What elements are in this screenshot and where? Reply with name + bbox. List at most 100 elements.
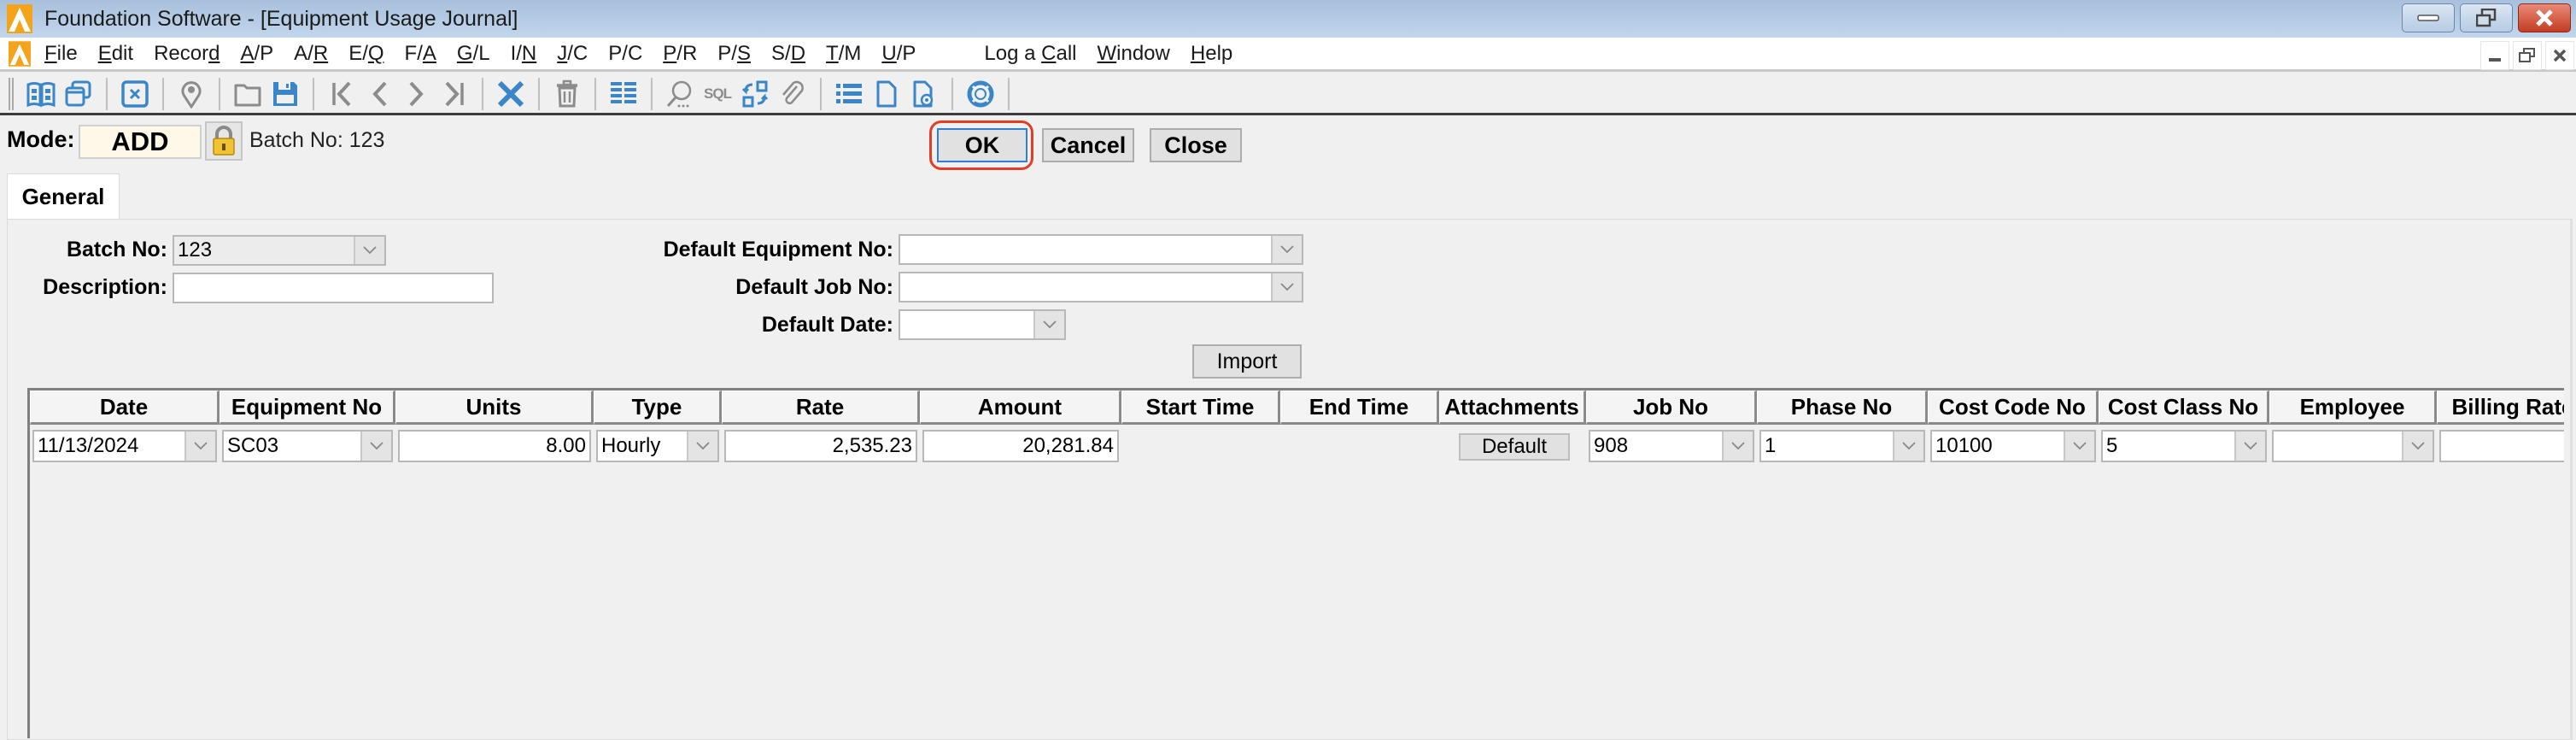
menu-p-s[interactable]: P/S	[717, 42, 751, 66]
job-no-dropdown[interactable]	[1722, 432, 1753, 461]
column-header-billing-rate[interactable]: Billing Rate	[2437, 391, 2564, 425]
next-record-button[interactable]	[400, 77, 434, 111]
menu-log-a-call[interactable]: Log a Call	[984, 42, 1076, 66]
location-button[interactable]	[174, 77, 208, 111]
ok-button[interactable]: OK	[937, 128, 1027, 162]
delete-button[interactable]	[550, 77, 584, 111]
lock-button[interactable]	[205, 121, 243, 161]
date-cell[interactable]: 11/13/2024	[32, 430, 217, 462]
column-header-phase-no[interactable]: Phase No	[1757, 391, 1928, 425]
column-header-units[interactable]: Units	[395, 391, 594, 425]
phase-no-dropdown[interactable]	[1893, 432, 1923, 461]
search-button[interactable]	[663, 77, 697, 111]
batch-no-select[interactable]: 123	[173, 235, 386, 266]
batch-no-dropdown[interactable]	[354, 237, 384, 264]
type-dropdown[interactable]	[687, 432, 717, 461]
column-header-rate[interactable]: Rate	[722, 391, 920, 425]
convert-button[interactable]	[738, 77, 772, 111]
menu-e-q[interactable]: E/Q	[348, 42, 383, 66]
cancel-button[interactable]: Cancel	[1042, 128, 1134, 162]
default-date-dropdown[interactable]	[1033, 311, 1064, 338]
default-equipment-select[interactable]	[899, 234, 1303, 265]
column-header-cost-class-no[interactable]: Cost Class No	[2099, 391, 2269, 425]
column-header-start-time[interactable]: Start Time	[1121, 391, 1280, 425]
equipment-no-cell[interactable]: SC03	[222, 430, 393, 462]
menu-a-r[interactable]: A/R	[294, 42, 328, 66]
employee-dropdown[interactable]	[2402, 432, 2433, 461]
menu-record[interactable]: Record	[154, 42, 220, 66]
cost-class-no-dropdown[interactable]	[2234, 432, 2265, 461]
start-time-cell[interactable]	[1124, 430, 1278, 462]
cost-code-no-dropdown[interactable]	[2064, 432, 2094, 461]
toolbar-grip[interactable]	[9, 77, 14, 110]
column-header-attachments[interactable]: Attachments	[1439, 391, 1586, 425]
menu-p-r[interactable]: P/R	[663, 42, 697, 66]
restore-button[interactable]	[2460, 3, 2513, 32]
attachments-default-button[interactable]: Default	[1459, 433, 1570, 461]
cost-class-no-cell[interactable]: 5	[2101, 430, 2267, 462]
rate-cell[interactable]: 2,535.23	[724, 430, 917, 462]
cost-code-no-cell[interactable]: 10100	[1930, 430, 2096, 462]
menu-a-p[interactable]: A/P	[240, 42, 273, 66]
column-header-equipment-no[interactable]: Equipment No	[220, 391, 395, 425]
column-header-cost-code-no[interactable]: Cost Code No	[1928, 391, 2099, 425]
menu-f-a[interactable]: F/A	[405, 42, 436, 66]
menu-p-c[interactable]: P/C	[608, 42, 642, 66]
mdi-close-button[interactable]	[2545, 41, 2574, 70]
menu-help[interactable]: Help	[1191, 42, 1232, 66]
close-record-button[interactable]	[118, 77, 152, 111]
tab-general[interactable]: General	[7, 173, 120, 220]
column-header-job-no[interactable]: Job No	[1586, 391, 1757, 425]
equipment-no-dropdown[interactable]	[360, 432, 391, 461]
menu-j-c[interactable]: J/C	[557, 42, 588, 66]
previous-record-button[interactable]	[362, 77, 396, 111]
menu-g-l[interactable]: G/L	[457, 42, 490, 66]
menu-s-d[interactable]: S/D	[771, 42, 805, 66]
open-folder-button[interactable]	[231, 77, 265, 111]
mdi-restore-button[interactable]	[2513, 41, 2542, 70]
document-settings-button[interactable]	[907, 77, 941, 111]
new-document-button[interactable]	[869, 77, 904, 111]
minimize-button[interactable]	[2402, 3, 2455, 32]
first-record-button[interactable]	[325, 77, 359, 111]
close-button[interactable]: Close	[1150, 128, 1242, 162]
column-header-amount[interactable]: Amount	[920, 391, 1121, 425]
grid-view-button[interactable]	[606, 77, 641, 111]
type-cell[interactable]: Hourly	[596, 430, 719, 462]
column-header-date[interactable]: Date	[30, 391, 220, 425]
help-button[interactable]	[963, 77, 998, 111]
list-button[interactable]	[832, 77, 866, 111]
default-equipment-dropdown[interactable]	[1271, 236, 1302, 263]
cancel-changes-button[interactable]	[494, 77, 528, 111]
employee-cell[interactable]	[2272, 430, 2434, 462]
close-window-button[interactable]	[2518, 3, 2571, 32]
default-job-dropdown[interactable]	[1271, 273, 1302, 301]
import-button[interactable]: Import	[1192, 344, 1302, 379]
menu-i-n[interactable]: I/N	[511, 42, 537, 66]
billing-rate-cell[interactable]: .0	[2439, 430, 2564, 462]
default-date-picker[interactable]	[899, 309, 1066, 340]
book-open-button[interactable]	[24, 77, 58, 111]
save-button[interactable]	[268, 77, 302, 111]
units-cell[interactable]: 8.00	[398, 430, 591, 462]
menu-file[interactable]: File	[44, 42, 78, 66]
column-header-type[interactable]: Type	[594, 391, 722, 425]
end-time-cell[interactable]	[1283, 430, 1437, 462]
phase-no-cell[interactable]: 1	[1759, 430, 1925, 462]
date-dropdown[interactable]	[184, 432, 215, 461]
menu-edit[interactable]: Edit	[98, 42, 133, 66]
column-header-end-time[interactable]: End Time	[1280, 391, 1439, 425]
description-input[interactable]	[173, 273, 494, 303]
last-record-button[interactable]	[437, 77, 471, 111]
sql-button[interactable]: SQL	[700, 77, 735, 111]
menu-t-m[interactable]: T/M	[826, 42, 861, 66]
amount-cell[interactable]: 20,281.84	[922, 430, 1119, 462]
job-no-cell[interactable]: 908	[1589, 430, 1754, 462]
menu-u-p[interactable]: U/P	[881, 42, 916, 66]
column-header-employee[interactable]: Employee	[2269, 391, 2437, 425]
windows-button[interactable]	[61, 77, 96, 111]
default-job-select[interactable]	[899, 272, 1303, 302]
mdi-minimize-button[interactable]	[2480, 41, 2509, 70]
attachment-button[interactable]	[776, 77, 810, 111]
menu-window[interactable]: Window	[1098, 42, 1170, 66]
